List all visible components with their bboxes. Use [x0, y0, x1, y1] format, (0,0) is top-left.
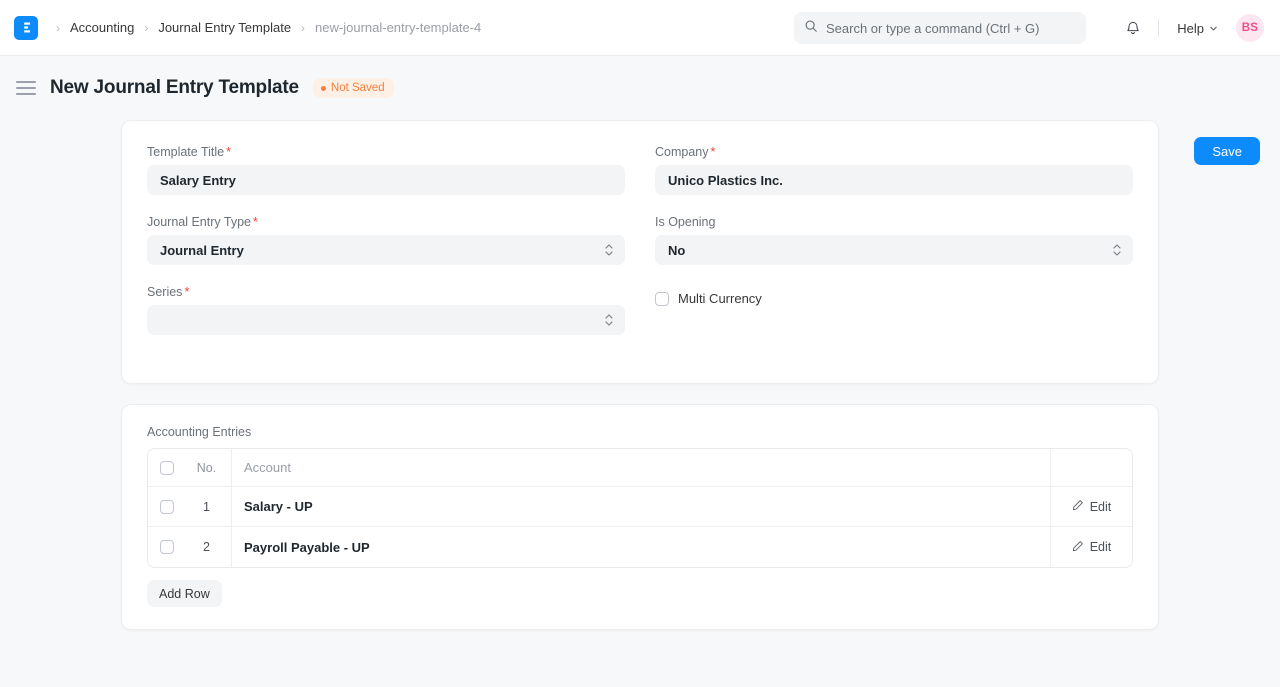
company-control[interactable] — [655, 165, 1133, 195]
required-asterisk: * — [253, 215, 258, 229]
save-button[interactable]: Save — [1194, 137, 1260, 165]
row-checkbox[interactable] — [160, 540, 174, 554]
pencil-icon — [1072, 540, 1084, 555]
column-header-no: No. — [182, 449, 232, 486]
field-multi-currency: Multi Currency — [655, 285, 1133, 355]
status-badge-label: Not Saved — [331, 82, 385, 94]
avatar-initials: BS — [1242, 22, 1258, 34]
breadcrumb-separator-0: › — [52, 21, 64, 35]
add-row-button[interactable]: Add Row — [147, 580, 222, 607]
row-edit-label: Edit — [1090, 540, 1112, 554]
required-asterisk: * — [184, 285, 189, 299]
breadcrumb-separator-1: › — [140, 21, 152, 35]
top-navbar: › Accounting › Journal Entry Template › … — [0, 0, 1280, 56]
global-search[interactable] — [794, 12, 1086, 44]
row-edit-button[interactable]: Edit — [1050, 527, 1132, 567]
template-title-label-text: Template Title — [147, 145, 224, 159]
journal-entry-type-label: Journal Entry Type* — [147, 215, 625, 229]
template-title-control[interactable] — [147, 165, 625, 195]
row-select-cell[interactable] — [148, 487, 182, 526]
accounting-entries-table: No. Account 1 Salary - UP Edit — [147, 448, 1133, 568]
page-header: New Journal Entry Template Not Saved Sav… — [0, 56, 1280, 120]
series-select[interactable] — [147, 305, 625, 335]
page-title: New Journal Entry Template — [50, 77, 299, 99]
breadcrumb: › Accounting › Journal Entry Template › … — [52, 18, 485, 37]
is-opening-value: No — [668, 243, 685, 258]
chevron-updown-icon — [605, 314, 613, 326]
accounting-entries-label: Accounting Entries — [147, 425, 1133, 439]
page-body: Template Title* Company* Journal Entry T… — [0, 120, 1280, 630]
avatar[interactable]: BS — [1236, 14, 1264, 42]
series-label: Series* — [147, 285, 625, 299]
breadcrumb-item-journal-entry-template[interactable]: Journal Entry Template — [154, 18, 295, 37]
search-icon — [804, 19, 818, 38]
row-edit-label: Edit — [1090, 500, 1112, 514]
erpnext-logo-icon[interactable] — [14, 16, 38, 40]
journal-entry-type-label-text: Journal Entry Type — [147, 215, 251, 229]
help-menu[interactable]: Help — [1171, 17, 1224, 40]
column-header-action — [1050, 449, 1132, 486]
journal-entry-type-value: Journal Entry — [160, 243, 244, 258]
chevron-updown-icon — [1113, 244, 1121, 256]
field-is-opening: Is Opening No — [655, 215, 1133, 265]
field-template-title: Template Title* — [147, 145, 625, 195]
required-asterisk: * — [711, 145, 716, 159]
table-row[interactable]: 2 Payroll Payable - UP Edit — [148, 527, 1132, 567]
select-all-cell[interactable] — [148, 449, 182, 486]
row-account[interactable]: Salary - UP — [232, 487, 1050, 526]
required-asterisk: * — [226, 145, 231, 159]
multi-currency-row[interactable]: Multi Currency — [655, 291, 1133, 306]
select-all-checkbox[interactable] — [160, 461, 174, 475]
breadcrumb-separator-2: › — [297, 21, 309, 35]
column-header-account: Account — [232, 449, 1050, 486]
status-badge: Not Saved — [313, 78, 394, 98]
row-select-cell[interactable] — [148, 527, 182, 567]
row-account[interactable]: Payroll Payable - UP — [232, 527, 1050, 567]
multi-currency-label: Multi Currency — [678, 291, 762, 306]
search-input[interactable] — [826, 21, 1076, 36]
field-series: Series* — [147, 285, 625, 335]
chevron-down-icon — [1209, 21, 1218, 36]
navbar-actions: Help BS — [1118, 0, 1264, 56]
field-journal-entry-type: Journal Entry Type* Journal Entry — [147, 215, 625, 265]
breadcrumb-item-accounting[interactable]: Accounting — [66, 18, 138, 37]
hamburger-menu-icon[interactable] — [16, 77, 38, 99]
pencil-icon — [1072, 499, 1084, 514]
is-opening-label: Is Opening — [655, 215, 1133, 229]
row-checkbox[interactable] — [160, 500, 174, 514]
table-header-row: No. Account — [148, 449, 1132, 487]
journal-entry-type-select[interactable]: Journal Entry — [147, 235, 625, 265]
help-label: Help — [1177, 21, 1204, 36]
accounting-entries-card: Accounting Entries No. Account 1 Salary … — [121, 404, 1159, 630]
breadcrumb-item-current: new-journal-entry-template-4 — [311, 18, 485, 37]
form-grid: Template Title* Company* Journal Entry T… — [147, 145, 1133, 355]
chevron-updown-icon — [605, 244, 613, 256]
template-title-label: Template Title* — [147, 145, 625, 159]
row-number: 1 — [182, 487, 232, 526]
is-opening-select[interactable]: No — [655, 235, 1133, 265]
company-label-text: Company — [655, 145, 709, 159]
status-dot-icon — [321, 86, 326, 91]
multi-currency-checkbox[interactable] — [655, 292, 669, 306]
table-row[interactable]: 1 Salary - UP Edit — [148, 487, 1132, 527]
row-edit-button[interactable]: Edit — [1050, 487, 1132, 526]
template-title-input[interactable] — [160, 173, 612, 188]
bell-icon[interactable] — [1118, 13, 1148, 43]
company-input[interactable] — [668, 173, 1120, 188]
form-card: Template Title* Company* Journal Entry T… — [121, 120, 1159, 384]
navbar-divider — [1158, 19, 1159, 37]
company-label: Company* — [655, 145, 1133, 159]
row-number: 2 — [182, 527, 232, 567]
field-company: Company* — [655, 145, 1133, 195]
series-label-text: Series — [147, 285, 182, 299]
